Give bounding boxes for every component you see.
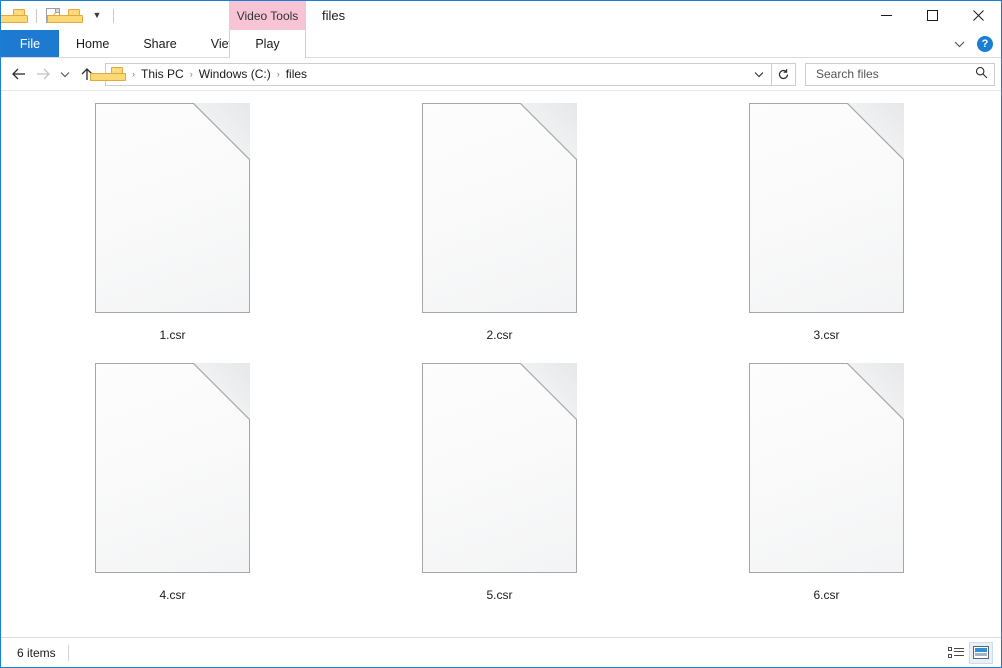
- forward-arrow-icon: [37, 68, 50, 80]
- file-name: 2.csr: [486, 328, 513, 342]
- address-bar-row: › This PC › Windows (C:) › files: [1, 58, 1001, 91]
- file-name: 6.csr: [813, 588, 840, 602]
- tab-play[interactable]: Play: [229, 30, 306, 58]
- breadcrumb-item-windows-c[interactable]: Windows (C:): [195, 64, 275, 85]
- help-button[interactable]: ?: [973, 32, 997, 56]
- status-bar: 6 items: [1, 637, 1001, 667]
- tab-home[interactable]: Home: [59, 30, 126, 57]
- file-item[interactable]: 5.csr: [336, 359, 663, 619]
- large-icons-view-icon: [973, 646, 989, 659]
- ribbon-right-controls: ?: [947, 30, 997, 58]
- file-item[interactable]: 1.csr: [9, 99, 336, 359]
- ribbon-tab-strip: File Home Share View Play ?: [1, 30, 1001, 58]
- back-button[interactable]: [7, 62, 31, 86]
- breadcrumb[interactable]: › This PC › Windows (C:) › files: [90, 62, 772, 86]
- chevron-down-glyph: ▼: [92, 10, 102, 20]
- tab-play-label: Play: [255, 37, 280, 51]
- quick-access-toolbar: ✓ ▼: [1, 1, 119, 30]
- blank-document-icon: [749, 103, 904, 313]
- view-mode-buttons: [944, 641, 993, 664]
- folder-glyph: [1, 8, 28, 23]
- blank-document-icon: [95, 103, 250, 313]
- breadcrumb-separator-1[interactable]: ›: [188, 69, 195, 79]
- minimize-icon: [880, 15, 892, 16]
- status-divider: [67, 644, 69, 661]
- toolbar-separator-1: [36, 8, 37, 23]
- file-item[interactable]: 6.csr: [663, 359, 990, 619]
- maximize-icon: [926, 10, 938, 21]
- folder-icon[interactable]: [46, 5, 86, 27]
- file-name: 4.csr: [159, 588, 186, 602]
- breadcrumb-separator-0: ›: [132, 69, 135, 79]
- help-icon: ?: [977, 36, 993, 52]
- chevron-down-icon: [954, 41, 964, 48]
- forward-button[interactable]: [31, 62, 55, 86]
- file-list-area[interactable]: 1.csr 2.csr 3.csr 4.csr 5.csr 6.csr: [1, 91, 1001, 631]
- chevron-down-icon: [754, 71, 764, 77]
- recent-locations-button[interactable]: [55, 62, 75, 86]
- file-name: 3.csr: [813, 328, 840, 342]
- toolbar-separator-2: [113, 8, 114, 23]
- blank-document-icon: [749, 363, 904, 573]
- contextual-tab-group-label: Video Tools: [229, 1, 306, 30]
- breadcrumb-item-this-pc[interactable]: This PC: [137, 64, 188, 85]
- chevron-down-icon: [60, 71, 70, 77]
- search-icon[interactable]: [975, 66, 990, 82]
- file-explorer-window: ✓ ▼ Video Tools files: [0, 0, 1002, 668]
- close-button[interactable]: [955, 1, 1001, 30]
- file-grid: 1.csr 2.csr 3.csr 4.csr 5.csr 6.csr: [1, 91, 1001, 619]
- customize-chevron-icon[interactable]: ▼: [86, 5, 108, 27]
- file-item[interactable]: 3.csr: [663, 99, 990, 359]
- tab-share[interactable]: Share: [126, 30, 193, 57]
- maximize-button[interactable]: [909, 1, 955, 30]
- folder-glyph-2: [46, 8, 83, 23]
- file-name: 1.csr: [159, 328, 186, 342]
- item-count-label: 6 items: [17, 645, 56, 660]
- tab-file[interactable]: File: [1, 30, 59, 57]
- contextual-title-zone: Video Tools files: [229, 1, 345, 30]
- breadcrumb-separator-2[interactable]: ›: [275, 69, 282, 79]
- large-icons-view-button[interactable]: [969, 641, 993, 664]
- ribbon-collapse-button[interactable]: [947, 32, 971, 56]
- details-view-button[interactable]: [944, 642, 968, 664]
- blank-document-icon: [422, 363, 577, 573]
- file-item[interactable]: 4.csr: [9, 359, 336, 619]
- search-box[interactable]: [805, 62, 995, 86]
- refresh-icon: [778, 68, 789, 79]
- file-item[interactable]: 2.csr: [336, 99, 663, 359]
- close-icon: [972, 10, 984, 21]
- blank-document-icon: [95, 363, 250, 573]
- window-controls: [863, 1, 1001, 30]
- search-input[interactable]: [814, 66, 975, 82]
- title-bar: ✓ ▼ Video Tools files: [1, 1, 1001, 30]
- window-title: files: [322, 8, 346, 23]
- new-folder-icon[interactable]: [1, 5, 31, 27]
- file-name: 5.csr: [486, 588, 513, 602]
- minimize-button[interactable]: [863, 1, 909, 30]
- blank-document-icon: [422, 103, 577, 313]
- address-dropdown-button[interactable]: [749, 64, 769, 85]
- back-arrow-icon: [12, 68, 25, 80]
- refresh-button[interactable]: [772, 62, 796, 86]
- breadcrumb-folder-icon: [90, 67, 126, 81]
- breadcrumb-item-files[interactable]: files: [282, 64, 311, 85]
- details-view-icon: [948, 646, 964, 659]
